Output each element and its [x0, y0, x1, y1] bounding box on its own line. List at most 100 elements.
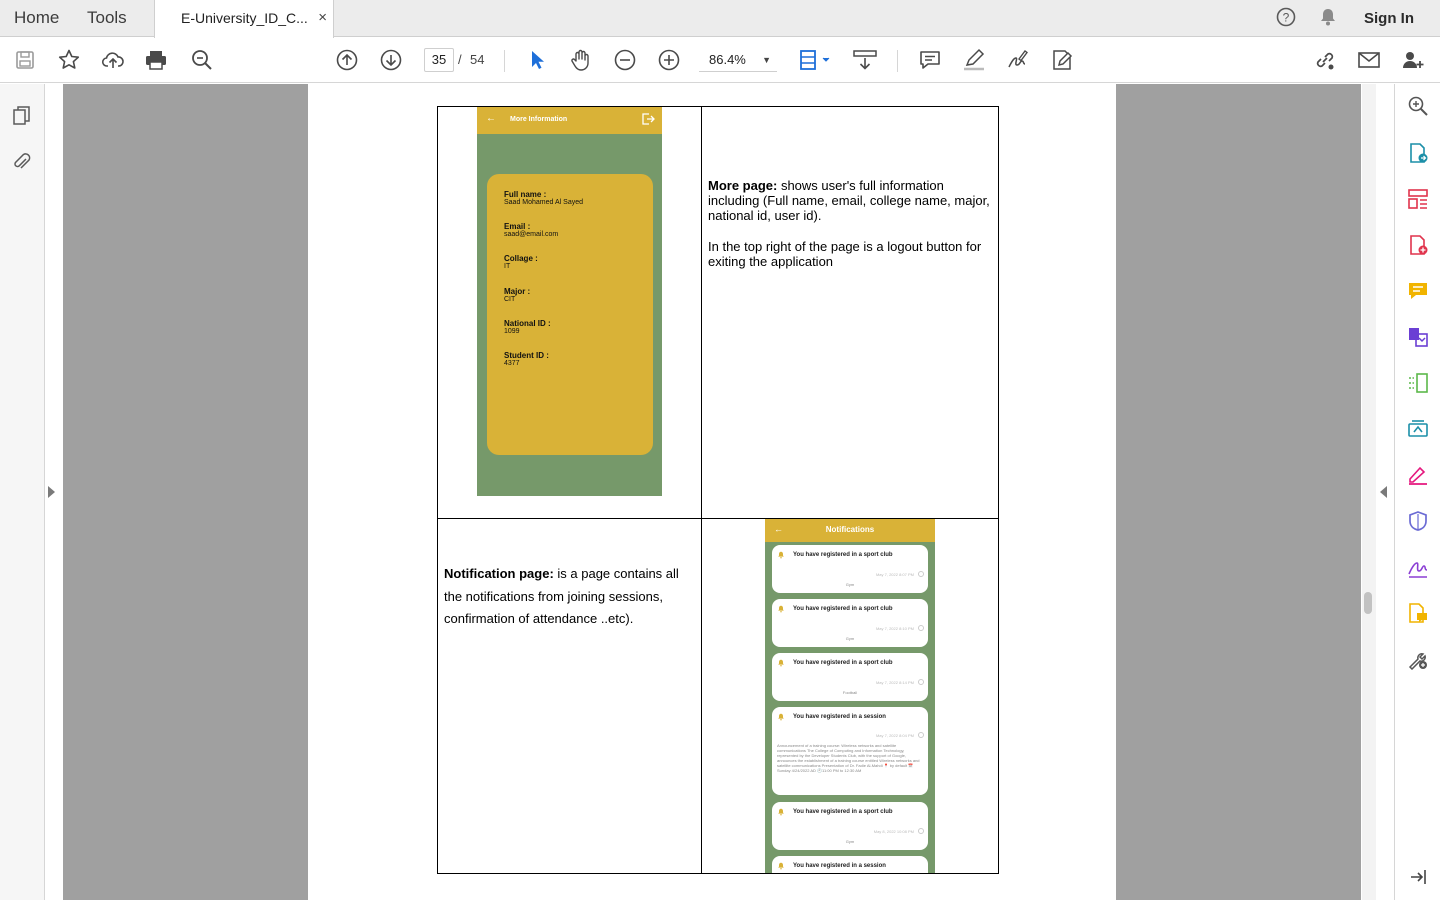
field-label: Collage :	[504, 254, 538, 263]
clock-icon	[918, 571, 924, 577]
page-separator: /	[458, 52, 462, 67]
tools-tab[interactable]: Tools	[87, 8, 127, 28]
college-field: Collage : IT	[504, 254, 538, 270]
document-scrollbar[interactable]	[1362, 84, 1376, 900]
notification-page-title: Notification page:	[444, 566, 554, 581]
highlight-icon[interactable]	[961, 47, 987, 73]
scroll-mode-icon[interactable]	[852, 47, 878, 73]
comment-icon[interactable]	[917, 47, 943, 73]
hand-tool-icon[interactable]	[568, 47, 594, 73]
attachments-icon[interactable]	[10, 150, 34, 174]
logout-icon	[641, 112, 655, 131]
field-value: 1099	[504, 328, 520, 335]
field-label: Student ID :	[504, 351, 549, 360]
tab-bar: Home Tools E-University_ID_C... × ? Sign…	[0, 0, 1440, 38]
left-nav-pane	[0, 84, 45, 900]
zoom-level-select[interactable]: 86.4% ▼	[699, 48, 777, 72]
notifications-bell-icon[interactable]	[1317, 6, 1339, 28]
zoom-out-icon[interactable]	[612, 47, 638, 73]
notification-card: You have registered in a sport club May …	[772, 653, 928, 701]
protect-icon[interactable]	[1406, 509, 1430, 533]
expand-panel-icon[interactable]	[1406, 865, 1430, 889]
compress-icon[interactable]	[1406, 371, 1430, 395]
combine-files-icon[interactable]	[1406, 325, 1430, 349]
bell-icon	[778, 605, 784, 613]
search-zoom-icon[interactable]	[1406, 94, 1430, 118]
create-pdf-icon[interactable]	[1406, 233, 1430, 257]
export-pdf-icon[interactable]	[1406, 141, 1430, 165]
notification-card: You have registered in a session	[772, 856, 928, 873]
svg-text:?: ?	[1283, 11, 1290, 25]
next-page-icon[interactable]	[378, 47, 404, 73]
notification-title: You have registered in a session	[793, 714, 886, 720]
scrollbar-thumb[interactable]	[1364, 592, 1372, 614]
content-table: ← More Information Full name : Saad Moha…	[437, 106, 999, 874]
notification-subtitle: Gym	[845, 582, 855, 587]
clock-icon	[918, 732, 924, 738]
notification-title: You have registered in a sport club	[793, 809, 893, 815]
bookmark-star-icon[interactable]	[56, 47, 82, 73]
page-fit-icon[interactable]	[797, 47, 833, 73]
sign-in-button[interactable]: Sign In	[1364, 10, 1414, 27]
notification-subtitle: Football	[842, 690, 858, 695]
request-signature-icon[interactable]	[1406, 555, 1430, 579]
close-tab-icon[interactable]: ×	[318, 9, 327, 26]
bell-icon	[778, 808, 784, 816]
notification-date: May 7, 2022 8:04 PM	[875, 733, 914, 738]
page-thumbnails-icon[interactable]	[10, 104, 34, 128]
more-page-text-2: In the top right of the page is a logout…	[708, 239, 982, 269]
document-tab[interactable]: E-University_ID_C... ×	[154, 0, 334, 38]
sign-icon[interactable]	[1005, 47, 1031, 73]
zoom-dropdown-icon: ▼	[762, 55, 771, 65]
notification-date: May 7, 2022 8:10 PM	[875, 626, 914, 631]
document-tab-label: E-University_ID_C...	[181, 10, 308, 26]
field-value: CIT	[504, 296, 516, 303]
expand-left-pane-icon[interactable]	[48, 486, 55, 498]
national-id-field: National ID : 1099	[504, 319, 551, 335]
more-information-header: ← More Information	[477, 107, 662, 134]
notifications-screenshot: ← Notifications You have registered in a…	[765, 519, 935, 873]
add-user-icon[interactable]	[1400, 47, 1426, 73]
share-link-icon[interactable]	[1312, 47, 1338, 73]
current-page-input[interactable]: 35	[424, 48, 454, 72]
prev-page-icon[interactable]	[334, 47, 360, 73]
save-icon[interactable]	[12, 47, 38, 73]
notification-card: You have registered in a sport club May …	[772, 599, 928, 647]
notifications-header: ← Notifications	[765, 519, 935, 542]
comment-tool-icon[interactable]	[1406, 279, 1430, 303]
more-information-title: More Information	[510, 116, 568, 123]
zoom-in-icon[interactable]	[656, 47, 682, 73]
field-value: IT	[504, 263, 511, 270]
more-tools-icon[interactable]	[1406, 647, 1430, 671]
notification-body: Announcement of a training course: Wirel…	[777, 743, 920, 773]
main-toolbar: 35 / 54 86.4% ▼	[0, 38, 1440, 83]
zoom-level-value: 86.4%	[709, 52, 746, 67]
bell-icon	[778, 659, 784, 667]
edit-icon[interactable]	[1049, 47, 1075, 73]
scan-icon[interactable]	[1406, 417, 1430, 441]
full-name-field: Full name : Saad Mohamed Al Sayed	[504, 190, 583, 206]
notification-date: May 7, 2022 8:14 PM	[875, 680, 914, 685]
student-id-field: Student ID : 4377	[504, 351, 549, 367]
send-review-icon[interactable]	[1406, 601, 1430, 625]
home-tab[interactable]: Home	[14, 8, 59, 28]
back-arrow-icon: ←	[486, 113, 496, 124]
clock-icon	[918, 679, 924, 685]
total-pages: 54	[470, 52, 485, 67]
right-tools-panel	[1394, 84, 1440, 900]
toolbar-divider	[897, 50, 898, 72]
collapse-right-pane-icon[interactable]	[1380, 486, 1387, 498]
print-icon[interactable]	[143, 47, 169, 73]
notifications-title: Notifications	[825, 525, 875, 534]
upload-cloud-icon[interactable]	[100, 47, 126, 73]
organize-pages-icon[interactable]	[1406, 187, 1430, 211]
field-label: Email :	[504, 222, 531, 231]
bell-icon	[778, 551, 784, 559]
email-icon[interactable]	[1356, 47, 1382, 73]
help-icon[interactable]: ?	[1275, 6, 1297, 28]
field-label: Full name :	[504, 190, 547, 199]
zoom-search-icon[interactable]	[189, 47, 215, 73]
field-value: saad@email.com	[504, 231, 559, 238]
fill-sign-icon[interactable]	[1406, 463, 1430, 487]
select-pointer-icon[interactable]	[524, 47, 550, 73]
